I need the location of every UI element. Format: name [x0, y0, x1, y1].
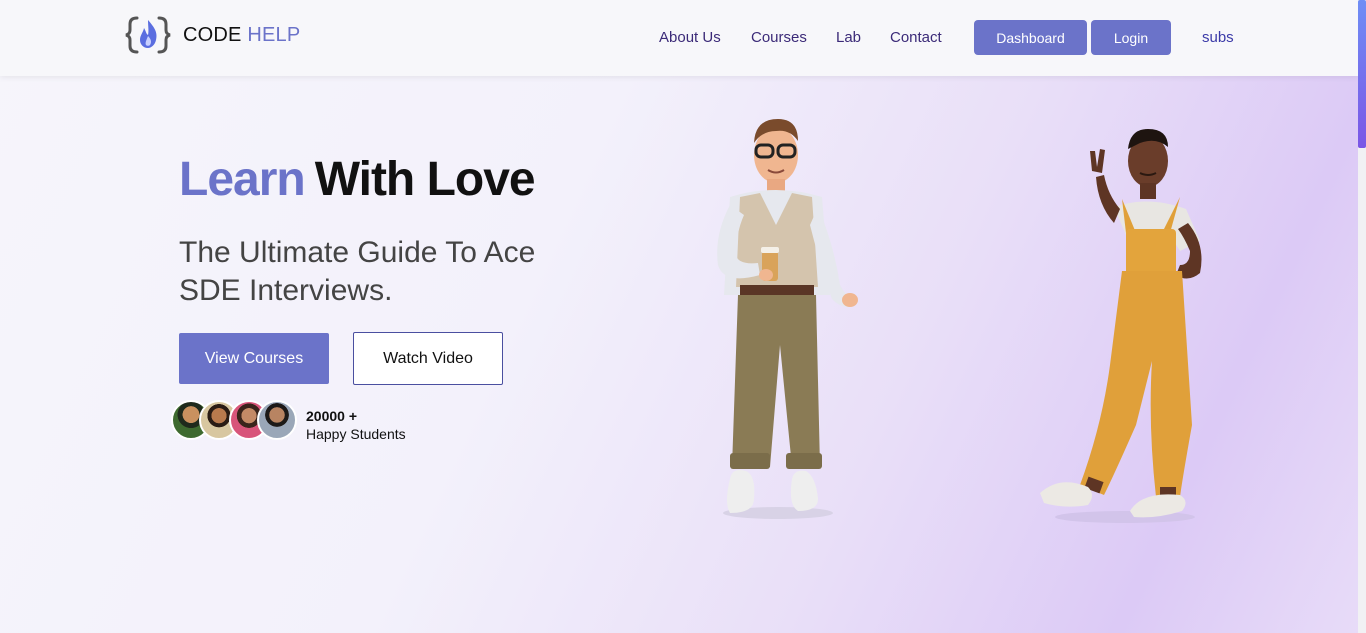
nav-contact[interactable]: Contact	[890, 29, 942, 46]
hero-title-rest: With Love	[314, 153, 536, 206]
nav-courses[interactable]: Courses	[751, 29, 807, 46]
nav-about-us[interactable]: About Us	[659, 29, 721, 46]
hero-title: Learn With Love	[179, 152, 536, 207]
student-avatar-icon	[257, 400, 297, 440]
dashboard-button[interactable]: Dashboard	[974, 20, 1087, 55]
subs-link[interactable]: subs	[1202, 29, 1234, 46]
top-navbar: CODE HELP About Us Courses Lab Contact D…	[0, 0, 1358, 76]
page-scrollbar[interactable]	[1358, 0, 1366, 633]
students-label: Happy Students	[306, 426, 406, 442]
students-stats: 20000 + Happy Students	[306, 408, 406, 442]
hero-subtitle: The Ultimate Guide To Ace SDE Interviews…	[179, 236, 536, 307]
scrollbar-thumb[interactable]	[1358, 0, 1366, 148]
man-with-coffee-illustration	[717, 119, 858, 519]
student-avatars	[171, 400, 297, 442]
login-button[interactable]: Login	[1091, 20, 1171, 55]
brand-logo[interactable]: CODE HELP	[124, 14, 300, 56]
brand-name: CODE HELP	[183, 24, 300, 47]
view-courses-button[interactable]: View Courses	[179, 333, 329, 384]
brand-name-part2: HELP	[247, 23, 301, 46]
code-bracket-flame-icon	[125, 16, 171, 54]
watch-video-button[interactable]: Watch Video	[353, 332, 503, 385]
woman-overalls-illustration	[1040, 129, 1202, 523]
brand-name-part1: CODE	[183, 23, 242, 46]
students-count: 20000 +	[306, 408, 357, 424]
hero-title-accent: Learn	[179, 153, 306, 206]
nav-lab[interactable]: Lab	[836, 29, 861, 46]
